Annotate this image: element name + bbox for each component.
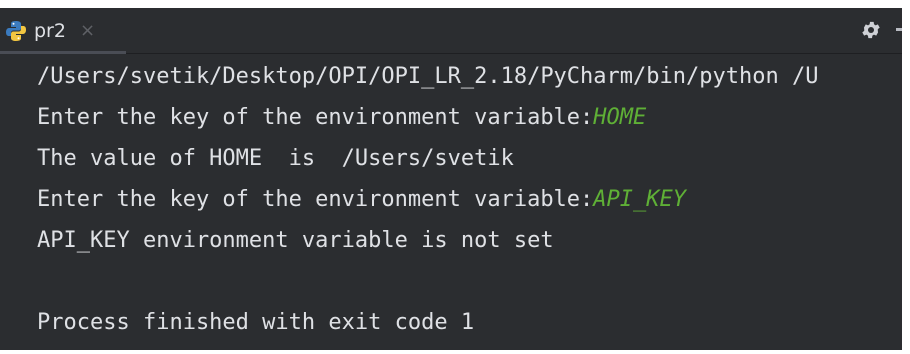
console-line: /Users/svetik/Desktop/OPI/OPI_LR_2.18/Py… bbox=[37, 64, 819, 89]
console-line: Enter the key of the environment variabl… bbox=[37, 187, 687, 212]
run-tab-bar: pr2 × bbox=[0, 8, 902, 54]
console-output[interactable]: /Users/svetik/Desktop/OPI/OPI_LR_2.18/Py… bbox=[0, 54, 902, 350]
console-line: Enter the key of the environment variabl… bbox=[37, 105, 647, 130]
user-input-text: HOME bbox=[593, 105, 647, 130]
tab-label: pr2 bbox=[34, 19, 66, 42]
user-input-text: API_KEY bbox=[593, 187, 687, 212]
more-options-icon[interactable] bbox=[896, 28, 902, 31]
gear-icon[interactable] bbox=[860, 19, 882, 41]
python-icon bbox=[4, 19, 28, 43]
tab-pr2[interactable]: pr2 × bbox=[0, 8, 126, 54]
console-line: The value of HOME is /Users/svetik bbox=[37, 146, 514, 171]
console-line: Process finished with exit code 1 bbox=[37, 310, 475, 335]
console-line: API_KEY environment variable is not set bbox=[37, 228, 554, 253]
close-icon[interactable]: × bbox=[80, 21, 95, 40]
run-tool-window: pr2 × /Users/svetik/Desktop/OPI/OPI_LR_2… bbox=[0, 8, 902, 350]
